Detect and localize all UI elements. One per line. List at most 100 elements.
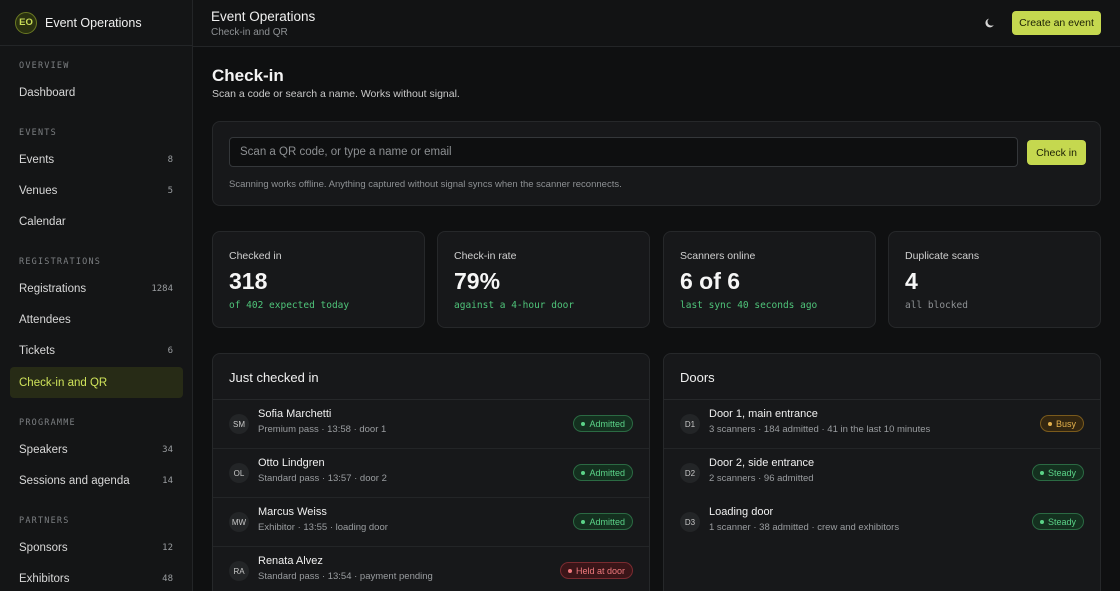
topbar-title: Event Operations [211,9,316,24]
breadcrumb: Check-in and QR [211,27,288,38]
status-dot-icon [1039,470,1044,475]
sidebar: EO Event Operations OVERVIEW Dashboard E… [0,0,193,591]
avatar: MW [229,512,249,532]
status-label: Admitted [589,418,625,429]
status-dot-icon [1039,519,1044,524]
attendee-detail: Exhibitor · 13:55 · loading door [258,522,388,533]
sidebar-item-label: Sessions and agenda [19,474,130,487]
sidebar-item-attendees[interactable]: Attendees [10,304,183,335]
avatar: RA [229,561,249,581]
sidebar-item-registrations[interactable]: Registrations 1284 [10,273,183,304]
section-programme: PROGRAMME [19,418,76,428]
sidebar-item-label: Speakers [19,443,68,456]
doors-panel: Doors D1 Door 1, main entrance 3 scanner… [663,353,1101,591]
sidebar-item-label: Sponsors [19,541,68,554]
list-item[interactable]: RA Renata Alvez Standard pass · 13:54 · … [213,547,649,591]
sidebar-item-label: Events [19,153,55,166]
sidebar-item-events[interactable]: Events 8 [10,144,183,175]
sidebar-item-label: Exhibitors [19,572,70,585]
avatar: OL [229,463,249,483]
sidebar-item-speakers[interactable]: Speakers 34 [10,434,183,465]
door-detail: 2 scanners · 96 admitted [709,473,814,484]
page-title: Check-in [212,66,284,85]
page-subtitle: Scan a code or search a name. Works with… [212,88,460,100]
sidebar-item-count: 12 [162,542,173,553]
sidebar-item-dashboard[interactable]: Dashboard [10,77,183,108]
stat-value: 6 of 6 [680,268,741,294]
section-partners: PARTNERS [19,516,70,526]
section-overview: OVERVIEW [19,61,70,71]
status-badge: Busy [1039,415,1084,432]
door-name: Door 2, side entrance [709,457,815,469]
stat-value: 4 [905,268,918,294]
list-item[interactable]: OL Otto Lindgren Standard pass · 13:57 ·… [213,449,649,498]
stat-label: Duplicate scans [905,250,980,262]
status-label: Steady [1047,516,1076,527]
brand-name: Event Operations [45,15,142,30]
door-badge: D2 [680,463,700,483]
door-name: Door 1, main entrance [709,408,818,420]
stat-card-duplicate-scans: Duplicate scans 4 all blocked [888,231,1101,328]
sidebar-item-tickets[interactable]: Tickets 6 [10,335,183,366]
list-item[interactable]: D1 Door 1, main entrance 3 scanners · 18… [664,400,1100,449]
status-label: Admitted [589,467,625,478]
sidebar-item-count: 34 [162,444,173,455]
sidebar-item-calendar[interactable]: Calendar [10,206,183,237]
list-item[interactable]: SM Sofia Marchetti Premium pass · 13:58 … [213,400,649,449]
stat-label: Checked in [229,250,282,262]
sidebar-item-check-in-and-qr[interactable]: Check-in and QR [10,367,183,398]
stat-value: 79% [454,268,501,294]
create-event-button[interactable]: Create an event [1012,11,1101,35]
panel-title: Doors [680,370,715,385]
section-registrations: REGISTRATIONS [19,257,102,267]
sidebar-item-sponsors[interactable]: Sponsors 12 [10,532,183,563]
status-badge: Admitted [573,464,633,481]
status-dot-icon [1047,421,1052,426]
moon-icon[interactable] [985,17,997,29]
stat-card-check-in-rate: Check-in rate 79% against a 4-hour door [437,231,650,328]
sidebar-item-count: 5 [167,185,173,196]
sidebar-item-label: Check-in and QR [19,376,108,389]
status-label: Steady [1047,467,1076,478]
brand-logo: EO [15,11,37,34]
stat-label: Check-in rate [454,250,517,262]
avatar: SM [229,414,249,434]
list-item[interactable]: D2 Door 2, side entrance 2 scanners · 96… [664,449,1100,498]
attendee-detail: Standard pass · 13:54 · payment pending [258,571,433,582]
status-dot-icon [581,470,586,475]
attendee-name: Sofia Marchetti [258,408,332,420]
status-label: Admitted [589,516,625,527]
status-badge: Steady [1031,513,1084,530]
check-in-button[interactable]: Check in [1027,140,1086,165]
list-item[interactable]: D3 Loading door 1 scanner · 38 admitted … [664,498,1100,547]
stat-label: Scanners online [680,250,756,262]
sidebar-item-venues[interactable]: Venues 5 [10,175,183,206]
stat-sub: last sync 40 seconds ago [680,300,818,311]
attendee-detail: Standard pass · 13:57 · door 2 [258,473,387,484]
sidebar-item-label: Tickets [19,344,55,357]
stat-sub: against a 4-hour door [454,300,575,311]
stat-value: 318 [229,268,268,294]
section-events: EVENTS [19,128,57,138]
brand[interactable]: EO Event Operations [0,0,192,46]
recent-checkins-panel: Just checked in SM Sofia Marchetti Premi… [212,353,650,591]
sidebar-item-label: Venues [19,184,58,197]
status-dot-icon [567,568,572,573]
list-item[interactable]: MW Marcus Weiss Exhibitor · 13:55 · load… [213,498,649,547]
sidebar-item-exhibitors[interactable]: Exhibitors 48 [10,563,183,591]
sidebar-item-count: 6 [167,345,173,356]
attendee-detail: Premium pass · 13:58 · door 1 [258,424,387,435]
door-detail: 3 scanners · 184 admitted · 41 in the la… [709,424,931,435]
sidebar-item-sessions-and-agenda[interactable]: Sessions and agenda 14 [10,465,183,496]
panel-title: Just checked in [229,370,319,385]
status-badge: Admitted [573,415,633,432]
scan-input[interactable] [229,137,1018,167]
door-name: Loading door [709,506,774,518]
door-badge: D1 [680,414,700,434]
sidebar-item-label: Registrations [19,282,87,295]
sidebar-item-label: Calendar [19,215,66,228]
attendee-name: Renata Alvez [258,555,323,567]
status-dot-icon [581,519,586,524]
sidebar-item-count: 8 [167,154,173,165]
sidebar-item-count: 14 [162,475,173,486]
